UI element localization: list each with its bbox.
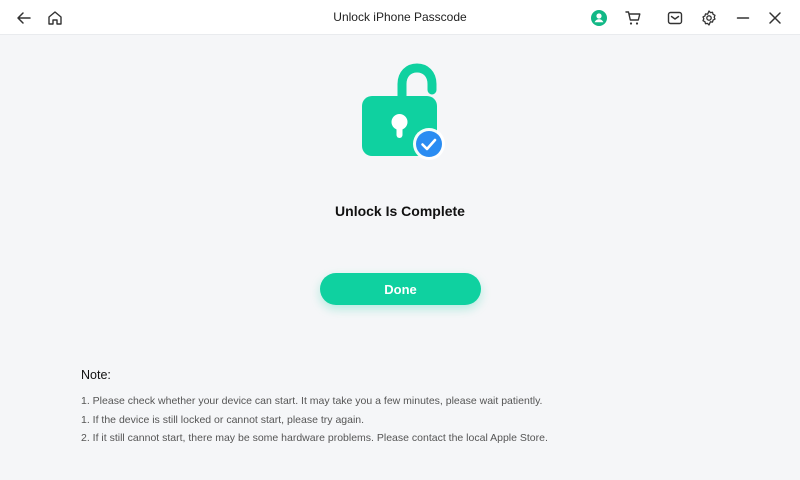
note-title: Note: [81, 368, 111, 382]
minimize-icon[interactable] [731, 6, 755, 30]
note-item: 1. Please check whether your device can … [81, 395, 543, 407]
done-button[interactable]: Done [320, 273, 481, 305]
note-item: 1. If the device is still locked or cann… [81, 414, 365, 426]
gear-icon[interactable] [697, 6, 721, 30]
note-item: 2. If it still cannot start, there may b… [81, 432, 548, 444]
account-icon[interactable] [587, 6, 611, 30]
cart-icon[interactable] [621, 6, 645, 30]
unlock-status-heading: Unlock Is Complete [335, 203, 465, 219]
title-bar: Unlock iPhone Passcode [0, 0, 800, 35]
close-icon[interactable] [763, 6, 787, 30]
mail-icon[interactable] [663, 6, 687, 30]
unlocked-padlock-with-check-icon [358, 58, 450, 166]
